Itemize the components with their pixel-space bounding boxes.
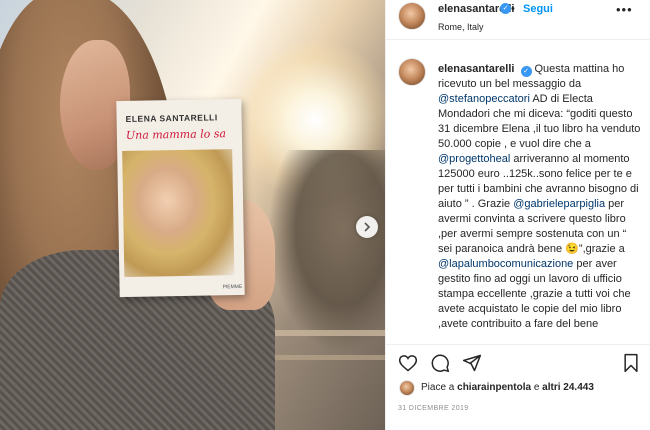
mention-link[interactable]: @progettoheal <box>438 153 510 165</box>
caption-text: elenasantarelli ✓ Questa mattina ho ricev… <box>438 62 643 332</box>
railing <box>270 330 385 336</box>
post-date[interactable]: 31 DICEMBRE 2019 <box>398 405 469 412</box>
separator-dot: • <box>511 3 515 15</box>
likes-prefix: Piace a <box>421 382 455 393</box>
book-cover-photo <box>122 149 235 277</box>
next-photo-button[interactable] <box>356 216 378 238</box>
railing-lower <box>270 355 385 360</box>
heart-icon[interactable] <box>398 353 418 373</box>
action-bar <box>386 344 650 379</box>
more-options-icon[interactable]: ••• <box>616 2 633 17</box>
likes-row: Piace a chiarainpentola e altri 24.443 <box>386 380 650 400</box>
avatar[interactable] <box>398 2 426 30</box>
bookmark-icon[interactable] <box>622 353 640 373</box>
verified-badge-icon: ✓ <box>500 3 511 14</box>
verified-badge-icon: ✓ <box>520 66 532 77</box>
caption-area[interactable]: elenasantarelli ✓ Questa mattina ho ricev… <box>386 52 650 337</box>
likes-text: Piace a chiarainpentola e altri 24.443 <box>421 382 594 393</box>
post-header: elenasantarelli ✓ • Segui ••• Rome, Ital… <box>386 0 650 40</box>
instagram-post: ELENA SANTARELLI Una mamma lo sa PIEMME … <box>0 0 650 430</box>
likes-count[interactable]: altri 24.443 <box>542 382 594 393</box>
likes-conjunction: e <box>533 382 540 393</box>
book-title: Una mamma lo sa <box>125 127 227 142</box>
location-link[interactable]: Rome, Italy <box>438 22 484 32</box>
book-publisher: PIEMME <box>222 283 243 291</box>
follow-button[interactable]: Segui <box>523 3 553 15</box>
book-cover: ELENA SANTARELLI Una mamma lo sa PIEMME <box>116 98 245 298</box>
mention-link[interactable]: @gabrieleparpiglia <box>513 198 605 210</box>
share-icon[interactable] <box>462 353 482 373</box>
book-author: ELENA SANTARELLI <box>125 112 218 124</box>
caption-avatar[interactable] <box>398 58 426 86</box>
caption-body: Questa mattina ho ricevuto un bel messag… <box>438 63 640 330</box>
liker-avatar[interactable] <box>399 380 415 396</box>
background-tree <box>270 150 385 350</box>
post-photo[interactable]: ELENA SANTARELLI Una mamma lo sa PIEMME <box>0 0 385 430</box>
post-side-panel: elenasantarelli ✓ • Segui ••• Rome, Ital… <box>385 0 650 430</box>
chevron-right-icon <box>364 222 371 232</box>
mention-link[interactable]: @lapalumbocomunicazione <box>438 258 573 270</box>
liker-username[interactable]: chiarainpentola <box>457 382 531 393</box>
mention-link[interactable]: @stefanopeccatori <box>438 93 530 105</box>
comment-icon[interactable] <box>430 353 450 373</box>
caption-username[interactable]: elenasantarelli <box>438 63 514 75</box>
